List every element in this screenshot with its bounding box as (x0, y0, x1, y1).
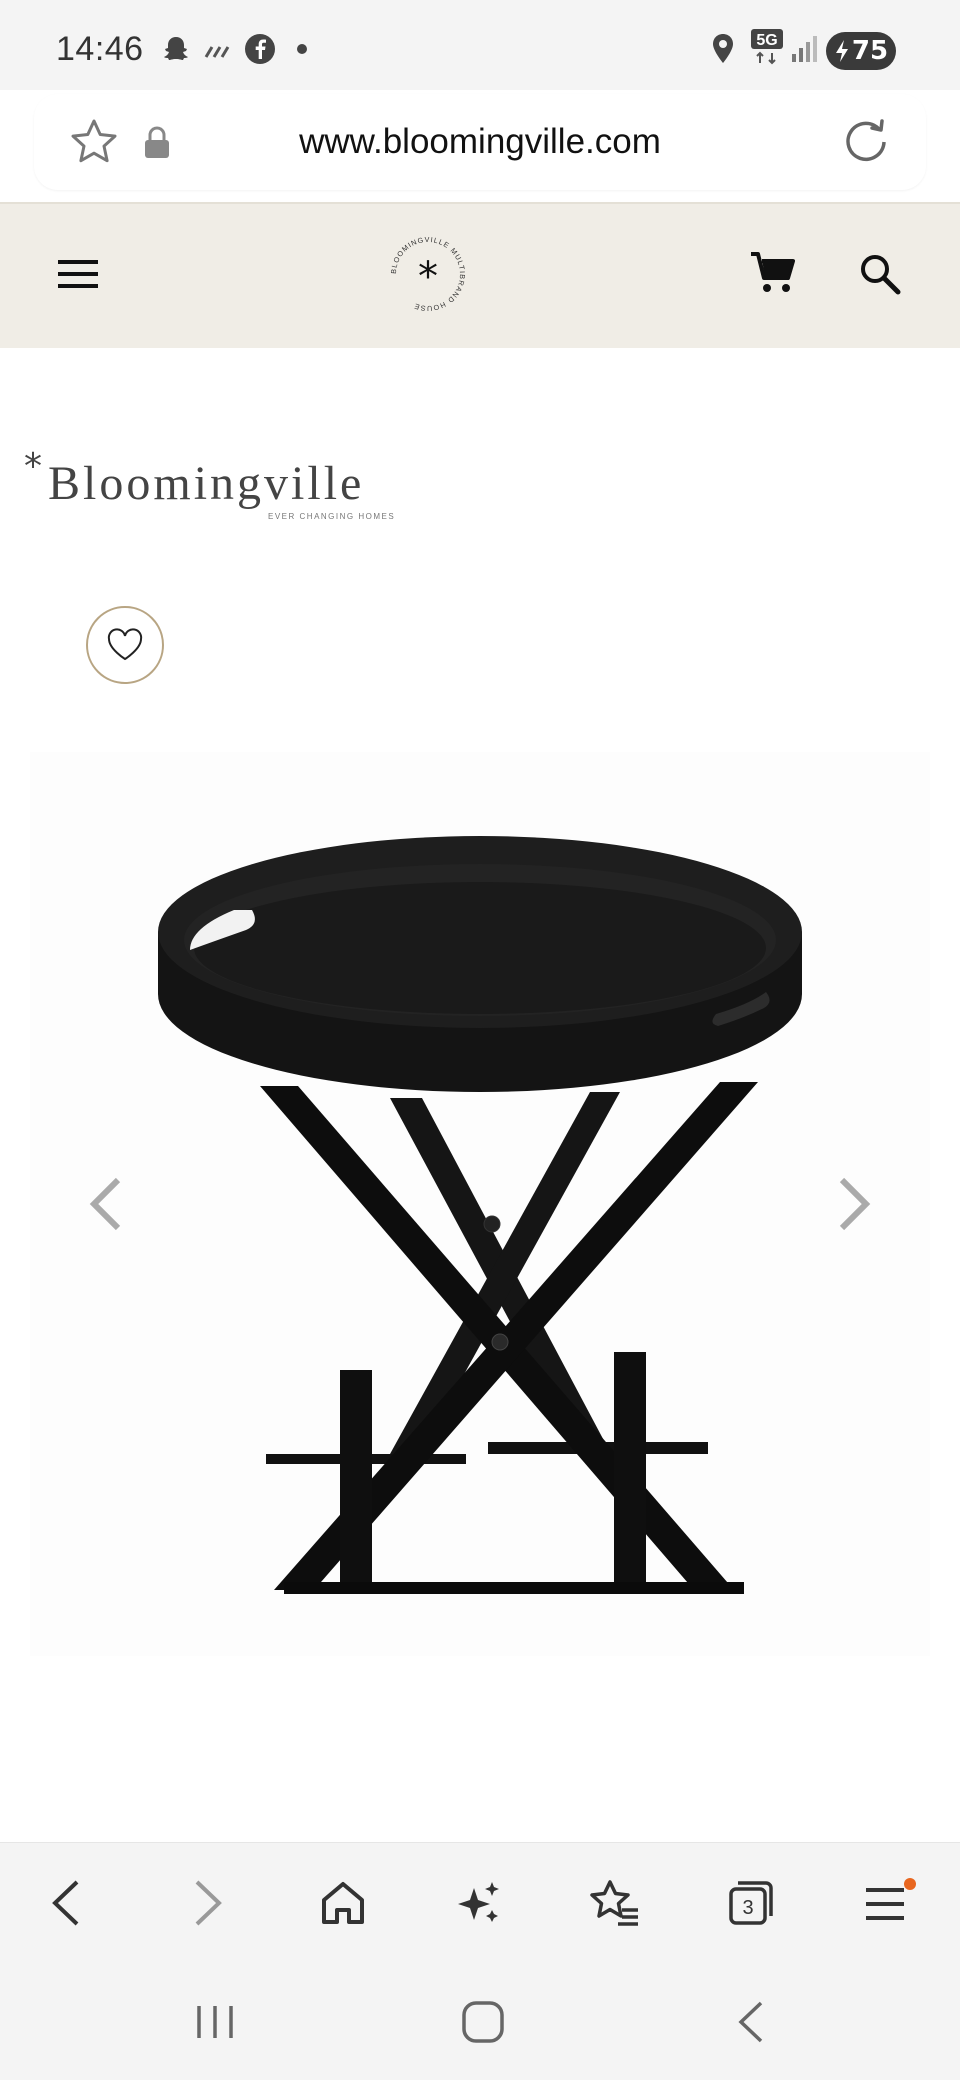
home-icon (322, 1882, 364, 1924)
svg-text:*: * (418, 254, 438, 300)
brand-asterisk-icon: * (24, 446, 42, 487)
snapchat-icon (160, 32, 192, 66)
location-icon (710, 32, 736, 66)
search-icon[interactable] (858, 252, 902, 296)
forward-icon (195, 1880, 222, 1926)
battery-icon: 75 (826, 32, 896, 70)
sparkle-icon (458, 1882, 499, 1922)
url-text[interactable]: www.bloomingville.com (0, 122, 960, 162)
back-icon (52, 1880, 79, 1926)
menu-icon (866, 1878, 916, 1920)
tabs-count: 3 (742, 1897, 753, 1919)
brand-name: Bloomingville (48, 457, 365, 510)
system-home-button[interactable] (448, 1994, 518, 2050)
tabs-icon: 3 (729, 1881, 773, 1925)
chevron-left-icon (89, 1177, 121, 1231)
chevron-right-icon (839, 1177, 871, 1231)
back-button[interactable] (32, 1868, 102, 1938)
cart-icon[interactable] (748, 248, 798, 298)
signal-bars-icon (204, 32, 234, 66)
notification-dot-icon (904, 1878, 916, 1890)
site-logo[interactable]: BLOOMINGVILLE MULTIBRAND HOUSE * (386, 232, 470, 316)
home-button[interactable] (308, 1868, 378, 1938)
site-header (0, 202, 960, 348)
5g-icon: 5G (750, 29, 784, 65)
facebook-icon (244, 32, 276, 66)
carousel-prev-button[interactable] (84, 1172, 128, 1236)
home-outline-icon (462, 2001, 504, 2043)
carousel-next-button[interactable] (832, 1172, 876, 1236)
wishlist-button[interactable] (86, 606, 164, 684)
assistant-button[interactable] (444, 1868, 514, 1938)
system-back-icon (738, 2001, 763, 2043)
status-time: 14:46 (56, 30, 144, 68)
hamburger-menu-icon[interactable] (56, 256, 100, 292)
brand-tagline: EVER CHANGING HOMES (268, 512, 396, 521)
battery-level: 75 (851, 36, 889, 66)
menu-button[interactable] (854, 1868, 924, 1938)
recents-icon (197, 2006, 233, 2038)
cell-signal-icon (790, 32, 818, 66)
forward-button[interactable] (172, 1868, 242, 1938)
product-image[interactable] (30, 752, 930, 1656)
bookmarks-icon (590, 1880, 638, 1926)
system-back-button[interactable] (716, 1994, 786, 2050)
recents-button[interactable] (180, 1994, 250, 2050)
network-type-label: 5G (756, 32, 777, 49)
reload-icon[interactable] (840, 114, 892, 166)
tabs-button[interactable]: 3 (716, 1868, 786, 1938)
heart-icon (107, 628, 143, 661)
dot-icon (296, 32, 308, 66)
bookmarks-button[interactable] (580, 1868, 650, 1938)
